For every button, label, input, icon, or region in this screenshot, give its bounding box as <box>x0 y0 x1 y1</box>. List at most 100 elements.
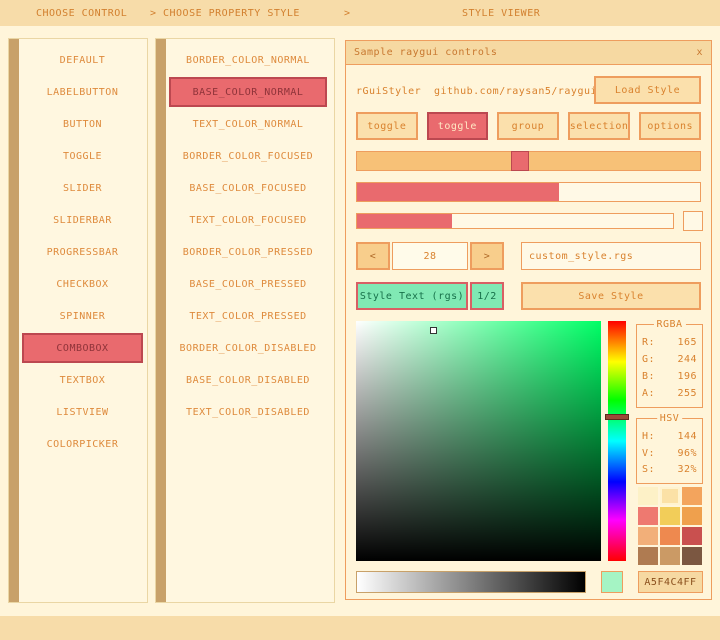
palette-swatch[interactable] <box>660 547 680 565</box>
list-item-labelbutton[interactable]: LABELBUTTON <box>22 77 143 107</box>
palette-swatch[interactable] <box>682 487 702 505</box>
toggle-button-2-active[interactable]: toggle <box>427 112 489 140</box>
toggle-button-1[interactable]: toggle <box>356 112 418 140</box>
list-item-spinner[interactable]: SPINNER <box>22 301 143 331</box>
hex-color-textbox[interactable]: A5F4C4FF <box>638 571 703 593</box>
rgba-label-r: R: <box>642 337 655 348</box>
hsv-value-v: 96% <box>677 448 697 459</box>
window-titlebar[interactable]: Sample raygui controls x <box>346 41 711 65</box>
palette-swatch[interactable] <box>682 507 702 525</box>
hsv-row-h: H: 144 <box>637 431 702 442</box>
list-item-default[interactable]: DEFAULT <box>22 45 143 75</box>
picked-color-swatch <box>601 571 623 593</box>
list-item-progressbar[interactable]: PROGRESSBAR <box>22 237 143 267</box>
palette-swatch-selected[interactable] <box>660 487 680 505</box>
list-item-base-color-focused[interactable]: BASE_COLOR_FOCUSED <box>169 173 327 203</box>
breadcrumb-choose-property-style: CHOOSE PROPERTY STYLE <box>163 8 300 19</box>
slider-handle[interactable] <box>511 151 529 171</box>
palette-swatch[interactable] <box>638 547 658 565</box>
spinner-value[interactable]: 28 <box>392 242 468 270</box>
list-item-text-color-normal[interactable]: TEXT_COLOR_NORMAL <box>169 109 327 139</box>
hsv-label-h: H: <box>642 431 655 442</box>
chevron-right-icon: > <box>344 8 351 19</box>
window-title: Sample raygui controls <box>354 47 497 58</box>
progressbar-fill <box>357 214 452 228</box>
top-bar: CHOOSE CONTROL > CHOOSE PROPERTY STYLE >… <box>0 0 720 26</box>
controls-list-panel: DEFAULT LABELBUTTON BUTTON TOGGLE SLIDER… <box>8 38 148 603</box>
rgba-row-a: A: 255 <box>637 388 702 399</box>
breadcrumb-style-viewer: STYLE VIEWER <box>462 8 540 19</box>
color-picker-sv-square[interactable] <box>356 321 601 561</box>
list-item-text-color-pressed[interactable]: TEXT_COLOR_PRESSED <box>169 301 327 331</box>
rgba-value-r: 165 <box>677 337 697 348</box>
hsv-label-s: S: <box>642 464 655 475</box>
list-item-border-color-normal[interactable]: BORDER_COLOR_NORMAL <box>169 45 327 75</box>
page-indicator-button[interactable]: 1/2 <box>470 282 504 310</box>
rgba-value-b: 196 <box>677 371 697 382</box>
toggle-button-group[interactable]: group <box>497 112 559 140</box>
list-item-toggle[interactable]: TOGGLE <box>22 141 143 171</box>
hue-slider-bar[interactable] <box>608 321 626 561</box>
hsv-value-h: 144 <box>677 431 697 442</box>
rgba-label-g: G: <box>642 354 655 365</box>
toggle-button-selection[interactable]: selection <box>568 112 631 140</box>
list-item-combobox[interactable]: COMBOBOX <box>22 333 143 363</box>
hsv-row-s: S: 32% <box>637 464 702 475</box>
list-item-border-color-disabled[interactable]: BORDER_COLOR_DISABLED <box>169 333 327 363</box>
list-item-base-color-disabled[interactable]: BASE_COLOR_DISABLED <box>169 365 327 395</box>
close-icon[interactable]: x <box>696 47 703 58</box>
rgba-value-g: 244 <box>677 354 697 365</box>
filename-textbox[interactable]: custom_style.rgs <box>521 242 701 270</box>
toggle-group: toggle toggle group selection options <box>356 112 701 140</box>
list-item-textbox[interactable]: TEXTBOX <box>22 365 143 395</box>
palette-swatch[interactable] <box>660 507 680 525</box>
sliderbar-fill <box>357 183 559 201</box>
hue-slider-handle[interactable] <box>605 414 629 420</box>
list-item-base-color-pressed[interactable]: BASE_COLOR_PRESSED <box>169 269 327 299</box>
list-item-slider[interactable]: SLIDER <box>22 173 143 203</box>
style-text-button[interactable]: Style Text (rgs) <box>356 282 468 310</box>
sample-checkbox[interactable] <box>683 211 703 231</box>
rgba-label-b: B: <box>642 371 655 382</box>
properties-list-panel: BORDER_COLOR_NORMAL BASE_COLOR_NORMAL TE… <box>155 38 335 603</box>
palette-swatch[interactable] <box>682 527 702 545</box>
list-item-sliderbar[interactable]: SLIDERBAR <box>22 205 143 235</box>
rgba-row-g: G: 244 <box>637 354 702 365</box>
palette-swatch[interactable] <box>638 487 658 505</box>
hsv-title: HSV <box>657 413 683 424</box>
sample-slider[interactable] <box>356 151 701 171</box>
palette-swatch[interactable] <box>682 547 702 565</box>
list-item-listview[interactable]: LISTVIEW <box>22 397 143 427</box>
list-item-border-color-focused[interactable]: BORDER_COLOR_FOCUSED <box>169 141 327 171</box>
breadcrumb-choose-control: CHOOSE CONTROL <box>36 8 127 19</box>
color-picker-cursor[interactable] <box>430 327 437 334</box>
rgba-title: RGBA <box>653 319 685 330</box>
list-item-text-color-disabled[interactable]: TEXT_COLOR_DISABLED <box>169 397 327 427</box>
list-item-text-color-focused[interactable]: TEXT_COLOR_FOCUSED <box>169 205 327 235</box>
grayscale-value-bar[interactable] <box>356 571 586 593</box>
list-item-button[interactable]: BUTTON <box>22 109 143 139</box>
controls-list-scrollbar[interactable] <box>9 39 19 602</box>
list-item-checkbox[interactable]: CHECKBOX <box>22 269 143 299</box>
list-item-base-color-normal[interactable]: BASE_COLOR_NORMAL <box>169 77 327 107</box>
rgba-row-b: B: 196 <box>637 371 702 382</box>
repo-link[interactable]: github.com/raysan5/raygui <box>434 86 597 97</box>
palette-swatch[interactable] <box>660 527 680 545</box>
rgba-value-a: 255 <box>677 388 697 399</box>
hsv-value-s: 32% <box>677 464 697 475</box>
controls-list: DEFAULT LABELBUTTON BUTTON TOGGLE SLIDER… <box>22 45 143 461</box>
palette-swatch[interactable] <box>638 507 658 525</box>
style-color-palette <box>638 487 702 565</box>
load-style-button[interactable]: Load Style <box>594 76 701 104</box>
properties-list-scrollbar[interactable] <box>156 39 166 602</box>
chevron-right-icon: > <box>150 8 157 19</box>
spinner-decrement-button[interactable]: < <box>356 242 390 270</box>
palette-swatch[interactable] <box>638 527 658 545</box>
style-viewer-window: Sample raygui controls x rGuiStyler gith… <box>345 40 712 600</box>
save-style-button[interactable]: Save Style <box>521 282 701 310</box>
list-item-colorpicker[interactable]: COLORPICKER <box>22 429 143 459</box>
sample-sliderbar[interactable] <box>356 182 701 202</box>
list-item-border-color-pressed[interactable]: BORDER_COLOR_PRESSED <box>169 237 327 267</box>
spinner-increment-button[interactable]: > <box>470 242 504 270</box>
toggle-button-options[interactable]: options <box>639 112 701 140</box>
